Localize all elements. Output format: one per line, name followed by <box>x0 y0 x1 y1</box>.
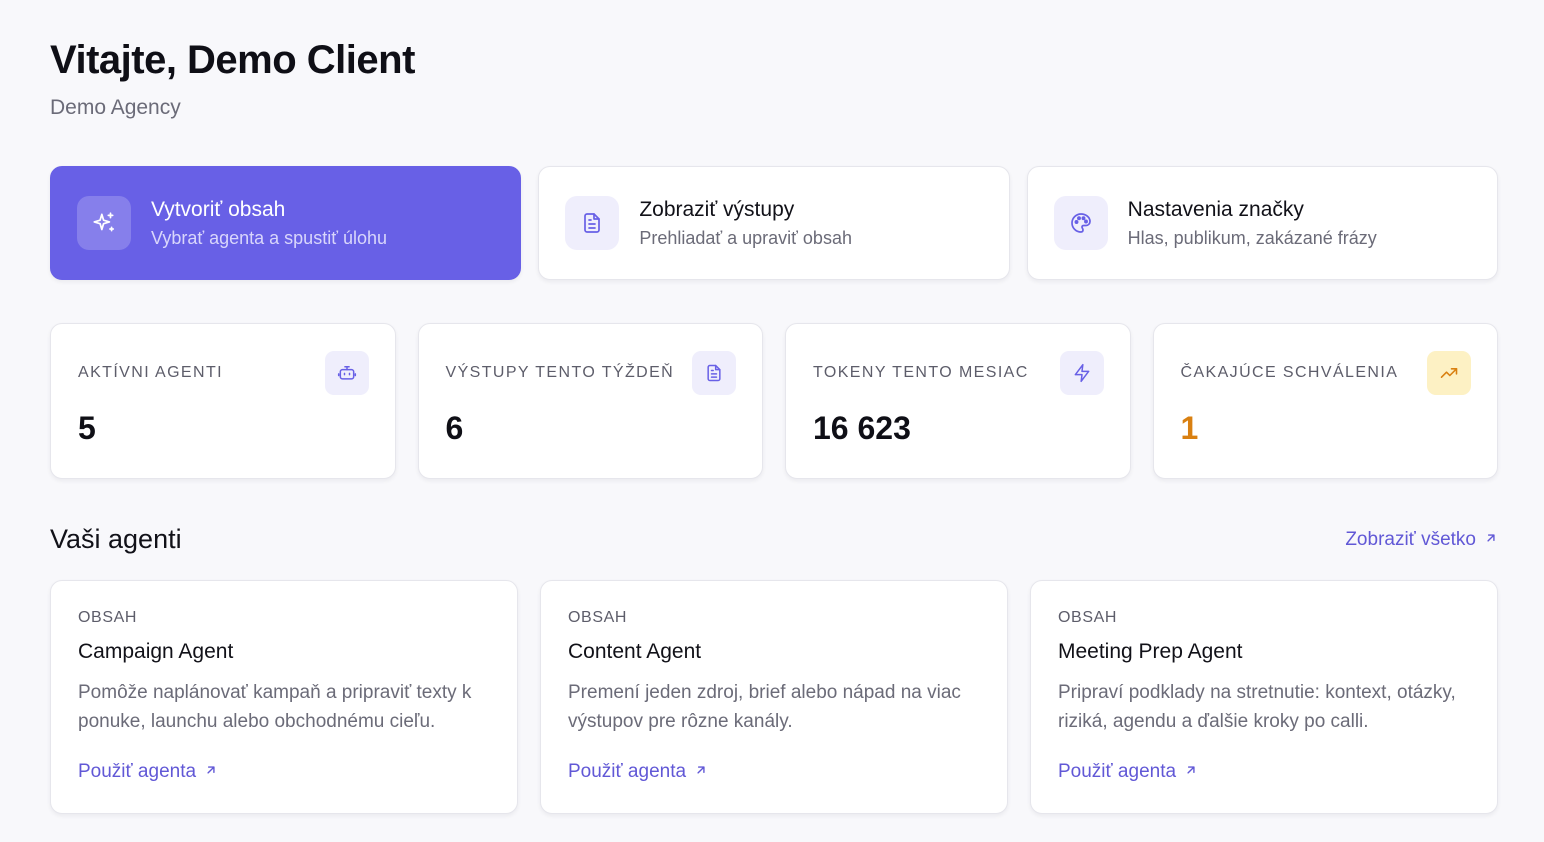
dashboard-page: Vitajte, Demo Client Demo Agency Vytvori… <box>0 0 1544 842</box>
agent-name: Meeting Prep Agent <box>1058 640 1243 663</box>
brand-settings-card[interactable]: Nastavenia značky Hlas, publikum, zakáza… <box>1026 166 1498 280</box>
agent-card-campaign: OBSAH Campaign Agent Pomôže naplánovať k… <box>50 580 518 814</box>
use-agent-link[interactable]: Použiť agenta <box>1058 761 1198 783</box>
action-description: Prehliadať a upraviť obsah <box>639 227 852 248</box>
agent-card-meeting-prep: OBSAH Meeting Prep Agent Pripraví podkla… <box>1030 580 1498 814</box>
arrow-up-right-icon <box>1184 761 1198 783</box>
agent-description: Pripraví podklady na stretnutie: kontext… <box>1058 682 1456 732</box>
document-icon <box>692 351 736 395</box>
arrow-up-right-icon <box>204 761 218 783</box>
stat-card-active-agents: AKTÍVNI AGENTI 5 <box>50 323 396 479</box>
stat-card-outputs-week: VÝSTUPY TENTO TÝŽDEŇ 6 <box>417 323 763 479</box>
stat-value: 1 <box>1180 410 1199 446</box>
robot-icon <box>324 351 369 395</box>
agent-name: Content Agent <box>568 640 702 663</box>
agent-description: Premení jeden zdroj, brief alebo nápad n… <box>568 682 961 732</box>
lightning-icon <box>1059 351 1104 395</box>
action-description: Vybrať agenta a spustiť úlohu <box>151 227 387 248</box>
agents-list: OBSAH Campaign Agent Pomôže naplánovať k… <box>50 580 1498 814</box>
arrow-up-right-icon <box>1484 529 1498 551</box>
use-agent-label: Použiť agenta <box>1058 761 1177 782</box>
action-title: Nastavenia značky <box>1127 197 1304 221</box>
action-title: Vytvoriť obsah <box>151 197 286 221</box>
agent-category: OBSAH <box>78 609 138 626</box>
page-title: Vitajte, Demo Client <box>50 38 415 82</box>
trending-up-icon <box>1427 351 1471 395</box>
quick-actions: Vytvoriť obsah Vybrať agenta a spustiť ú… <box>50 166 1498 280</box>
agent-name: Campaign Agent <box>78 640 234 663</box>
agent-category: OBSAH <box>568 609 628 626</box>
stat-card-tokens-month: TOKENY TENTO MESIAC 16 623 <box>785 323 1131 479</box>
use-agent-link[interactable]: Použiť agenta <box>568 761 708 783</box>
view-all-label: Zobraziť všetko <box>1345 529 1476 550</box>
arrow-up-right-icon <box>694 761 708 783</box>
stats-row: AKTÍVNI AGENTI 5 VÝSTUPY TENTO TÝŽDEŇ 6 <box>50 323 1498 479</box>
page-subtitle: Demo Agency <box>50 96 181 119</box>
use-agent-label: Použiť agenta <box>568 761 687 782</box>
stat-card-pending-approvals: ČAKAJÚCE SCHVÁLENIA 1 <box>1152 323 1498 479</box>
use-agent-label: Použiť agenta <box>78 761 197 782</box>
view-all-link[interactable]: Zobraziť všetko <box>1345 529 1498 551</box>
action-description: Hlas, publikum, zakázané frázy <box>1127 227 1377 248</box>
use-agent-link[interactable]: Použiť agenta <box>78 761 218 783</box>
view-outputs-card[interactable]: Zobraziť výstupy Prehliadať a upraviť ob… <box>538 166 1010 280</box>
agents-section-title: Vaši agenti <box>50 524 182 554</box>
stat-value: 6 <box>445 410 464 446</box>
agent-category: OBSAH <box>1058 609 1118 626</box>
stat-value: 5 <box>78 410 96 446</box>
document-icon <box>565 196 620 250</box>
palette-icon <box>1053 196 1108 250</box>
agent-card-content: OBSAH Content Agent Premení jeden zdroj,… <box>540 580 1008 814</box>
create-content-card[interactable]: Vytvoriť obsah Vybrať agenta a spustiť ú… <box>50 166 522 280</box>
stat-value: 16 623 <box>813 410 911 446</box>
action-title: Zobraziť výstupy <box>639 197 795 221</box>
sparkles-icon <box>77 196 131 250</box>
agent-description: Pomôže naplánovať kampaň a pripraviť tex… <box>78 682 472 732</box>
